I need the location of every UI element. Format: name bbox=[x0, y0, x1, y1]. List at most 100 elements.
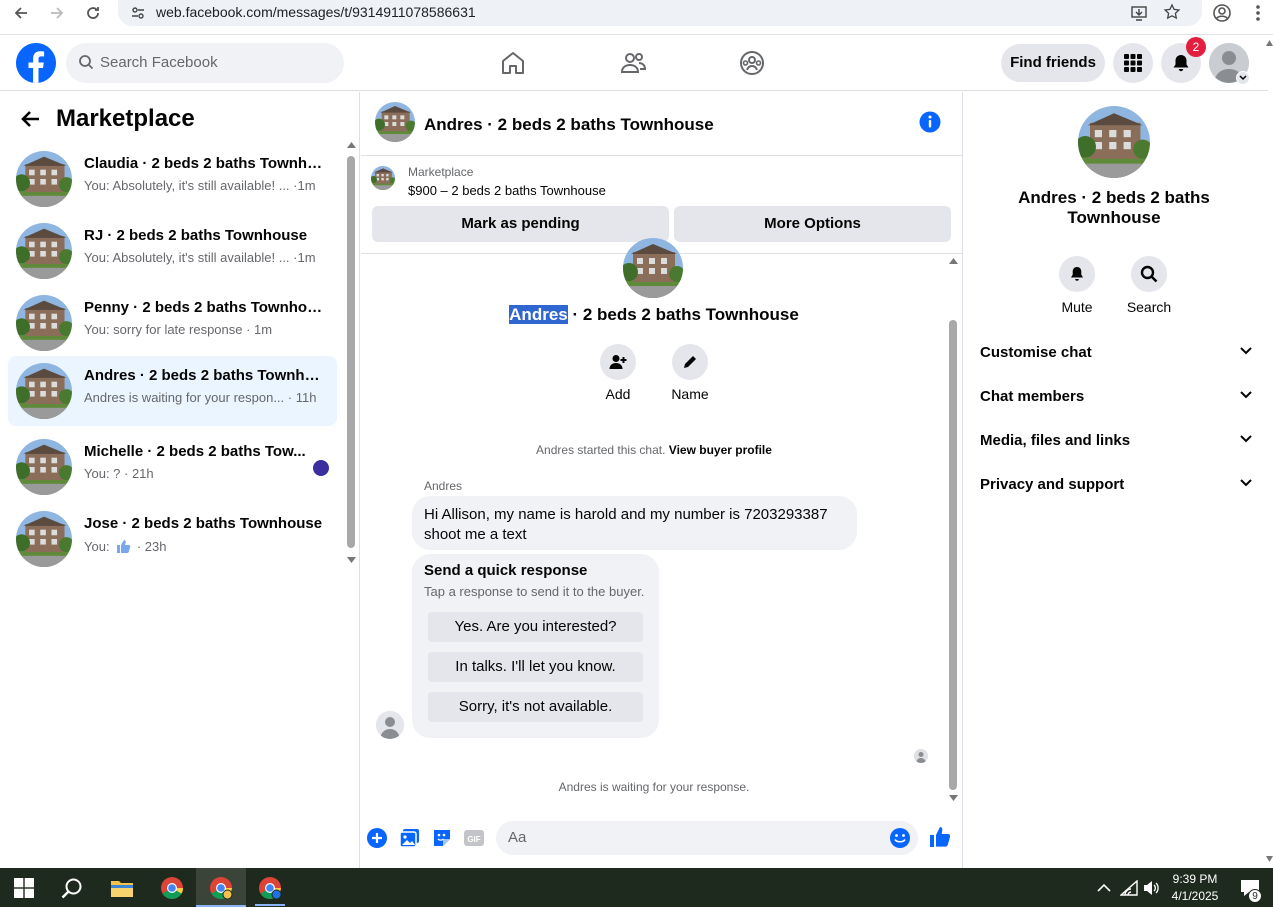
preview-prefix: You: bbox=[84, 539, 110, 554]
scroll-down-icon[interactable] bbox=[347, 557, 356, 563]
find-friends-button[interactable]: Find friends bbox=[1001, 44, 1105, 82]
conversation-item[interactable]: Penny · 2 beds 2 baths Townhouse You: so… bbox=[8, 288, 337, 358]
name-label: Name bbox=[671, 386, 709, 402]
mute-label: Mute bbox=[1061, 299, 1093, 315]
message-input-placeholder: Aa bbox=[508, 829, 527, 846]
gif-icon[interactable]: GIF bbox=[463, 827, 485, 849]
scroll-down-icon[interactable] bbox=[949, 795, 958, 801]
address-bar[interactable]: web.facebook.com/messages/t/931491107858… bbox=[118, 0, 1202, 26]
page-title: Marketplace bbox=[56, 105, 195, 132]
install-app-icon[interactable] bbox=[1130, 4, 1148, 22]
seen-avatar-dot bbox=[313, 460, 329, 476]
read-receipt-avatar bbox=[914, 749, 928, 763]
scroll-up-icon[interactable] bbox=[949, 258, 958, 264]
listing-price[interactable]: $900 – 2 beds 2 baths Townhouse bbox=[408, 183, 606, 198]
photo-icon[interactable] bbox=[399, 827, 421, 849]
emoji-icon[interactable] bbox=[889, 827, 911, 849]
facebook-search-input[interactable]: Search Facebook bbox=[66, 43, 344, 83]
chevron-down-icon bbox=[1240, 479, 1252, 487]
conversation-item[interactable]: Jose · 2 beds 2 baths Townhouse You: · 2… bbox=[8, 504, 337, 574]
bookmark-star-icon[interactable] bbox=[1163, 3, 1181, 21]
conversation-item[interactable]: Michelle · 2 beds 2 baths Tow... You: ? … bbox=[8, 432, 337, 502]
home-icon[interactable] bbox=[499, 49, 527, 77]
browser-menu-icon[interactable] bbox=[1247, 2, 1269, 24]
sticker-icon[interactable] bbox=[431, 827, 453, 849]
browser-profile-icon[interactable] bbox=[1211, 2, 1233, 24]
chrome-icon[interactable] bbox=[158, 874, 186, 902]
friends-icon[interactable] bbox=[619, 49, 647, 77]
chat-scrollbar[interactable] bbox=[949, 320, 957, 790]
conversation-name: Penny · 2 beds 2 baths Townhouse bbox=[84, 299, 324, 316]
conversation-name: RJ · 2 beds 2 baths Townhouse bbox=[84, 227, 308, 244]
listing-avatar bbox=[16, 511, 72, 567]
clock-date: 4/1/2025 bbox=[1171, 889, 1219, 903]
conversation-name: Andres · 2 beds 2 baths Townho... bbox=[84, 367, 324, 384]
show-hidden-icons-icon[interactable] bbox=[1090, 874, 1118, 902]
chat-title[interactable]: Andres · 2 beds 2 baths Townhouse bbox=[424, 115, 714, 135]
add-people-button[interactable]: Add bbox=[588, 344, 648, 402]
send-like-icon[interactable] bbox=[928, 825, 952, 849]
conversation-item[interactable]: RJ · 2 beds 2 baths Townhouse You: Absol… bbox=[8, 216, 337, 286]
menu-grid-icon[interactable] bbox=[1113, 43, 1153, 83]
sidebar-scrollbar[interactable] bbox=[347, 156, 355, 548]
preview-suffix: · 23h bbox=[136, 539, 167, 554]
facebook-header: Search Facebook Find friends 2 bbox=[0, 35, 1268, 91]
listing-avatar[interactable] bbox=[375, 102, 415, 142]
quick-response-button[interactable]: In talks. I'll let you know. bbox=[428, 652, 643, 682]
chevron-down-icon bbox=[1240, 347, 1252, 355]
groups-icon[interactable] bbox=[738, 49, 766, 77]
message-sender-name: Andres bbox=[424, 479, 463, 493]
conversation-item[interactable]: Claudia · 2 beds 2 baths Townho... You: … bbox=[8, 144, 337, 214]
taskbar-search-icon[interactable] bbox=[58, 874, 86, 902]
reload-icon[interactable] bbox=[82, 2, 104, 24]
facebook-logo-icon[interactable] bbox=[16, 43, 56, 83]
back-arrow-icon[interactable] bbox=[20, 108, 42, 130]
page-scroll-up-icon[interactable] bbox=[1266, 40, 1273, 46]
sender-avatar[interactable] bbox=[376, 711, 404, 739]
info-icon[interactable] bbox=[919, 111, 941, 133]
listing-avatar[interactable] bbox=[1078, 106, 1150, 178]
conversation-item-active[interactable]: Andres · 2 beds 2 baths Townho... Andres… bbox=[8, 356, 337, 426]
scroll-up-icon[interactable] bbox=[347, 142, 356, 148]
view-buyer-profile-link[interactable]: View buyer profile bbox=[669, 443, 772, 457]
more-options-button[interactable]: More Options bbox=[674, 206, 951, 242]
customise-chat-section[interactable]: Customise chat bbox=[980, 335, 1252, 371]
conversation-preview: Andres is waiting for your respon... · 1… bbox=[84, 390, 317, 405]
message-input[interactable]: Aa bbox=[496, 821, 918, 855]
svg-text:GIF: GIF bbox=[467, 835, 480, 844]
edit-name-button[interactable]: Name bbox=[660, 344, 720, 402]
message-bubble[interactable]: Hi Allison, my name is harold and my num… bbox=[412, 496, 857, 550]
section-label: Privacy and support bbox=[980, 476, 1125, 493]
quick-response-button[interactable]: Yes. Are you interested? bbox=[428, 612, 643, 642]
section-label: Customise chat bbox=[980, 344, 1092, 361]
conversation-name: Michelle · 2 beds 2 baths Tow... bbox=[84, 443, 306, 460]
back-arrow-icon[interactable] bbox=[10, 2, 32, 24]
site-settings-icon[interactable] bbox=[130, 5, 146, 21]
chat-members-section[interactable]: Chat members bbox=[980, 379, 1252, 415]
notifications-badge: 2 bbox=[1186, 37, 1206, 57]
listing-thumbnail[interactable] bbox=[371, 166, 395, 190]
conversation-preview: You: ? · 21h bbox=[84, 466, 154, 481]
mark-as-pending-button[interactable]: Mark as pending bbox=[372, 206, 669, 242]
conversation-preview: You: · 23h bbox=[84, 538, 166, 554]
system-clock[interactable]: 9:39 PM 4/1/2025 bbox=[1160, 871, 1230, 905]
search-in-chat-button[interactable]: Search bbox=[1119, 256, 1179, 315]
section-label: Chat members bbox=[980, 388, 1085, 405]
chrome-profile-b-icon[interactable] bbox=[256, 874, 284, 902]
running-app-indicator bbox=[255, 904, 285, 906]
mute-button[interactable]: Mute bbox=[1047, 256, 1107, 315]
forward-arrow-icon[interactable] bbox=[46, 2, 68, 24]
media-files-links-section[interactable]: Media, files and links bbox=[980, 423, 1252, 459]
account-chevron-icon[interactable] bbox=[1236, 71, 1250, 85]
chat-intro-title: Andres · 2 beds 2 baths Townhouse bbox=[361, 305, 947, 325]
privacy-support-section[interactable]: Privacy and support bbox=[980, 467, 1252, 503]
chrome-profile-icon[interactable] bbox=[207, 874, 235, 902]
windows-start-icon[interactable] bbox=[10, 874, 38, 902]
page-scroll-down-icon[interactable] bbox=[1266, 856, 1273, 862]
chat-details-panel: Andres · 2 beds 2 baths Townhouse Mute S… bbox=[964, 92, 1268, 868]
file-explorer-icon[interactable] bbox=[108, 874, 136, 902]
chat-started-notice: Andres started this chat. View buyer pro… bbox=[361, 443, 947, 457]
plus-circle-icon[interactable] bbox=[366, 827, 388, 849]
quick-response-button[interactable]: Sorry, it's not available. bbox=[428, 692, 643, 722]
listing-avatar bbox=[16, 151, 72, 207]
